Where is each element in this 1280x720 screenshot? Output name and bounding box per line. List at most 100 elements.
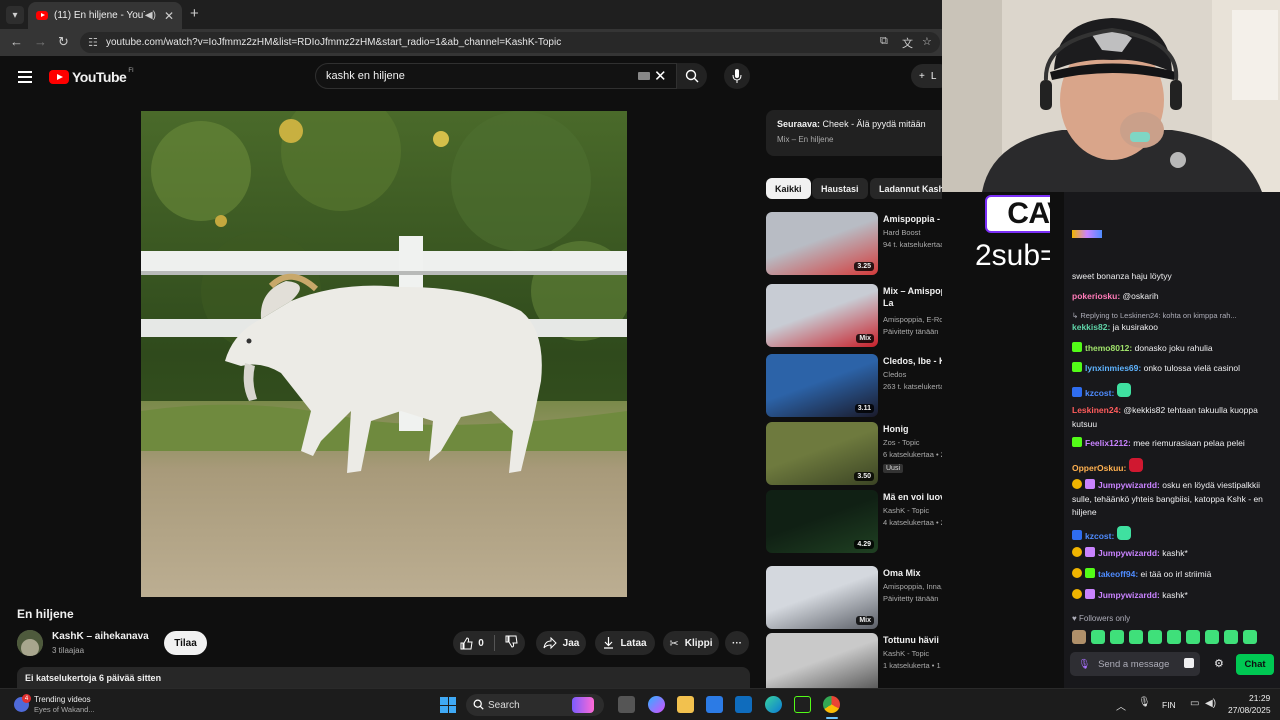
video-thumbnail[interactable]	[766, 633, 878, 688]
recommendation-title[interactable]: Mix – Amispoppia - Uuh La La La	[883, 285, 942, 309]
emote-icon[interactable]	[1184, 658, 1194, 668]
emote-icon[interactable]	[1072, 630, 1086, 644]
subscribe-button[interactable]: Tilaa	[164, 631, 207, 655]
recommendation-title[interactable]: Honig	[883, 423, 942, 435]
emote-icon[interactable]	[1148, 630, 1162, 644]
chat-settings-icon[interactable]: ⚙	[1214, 657, 1224, 670]
recommendation-title[interactable]: Tottunu hävii	[883, 634, 942, 646]
chat-username[interactable]: OpperOskuu:	[1072, 463, 1126, 473]
language-indicator[interactable]: FIN	[1162, 700, 1176, 710]
chip-all[interactable]: Kaikki	[766, 178, 811, 199]
recommendation-title[interactable]: Cledos, Ibe - Kauemmas	[883, 355, 942, 367]
description-box[interactable]: Ei katselukertoja 6 päivää sitten	[17, 667, 750, 688]
taskbar-search[interactable]: Search	[466, 694, 604, 716]
chat-username[interactable]: kekkis82:	[1072, 322, 1110, 332]
tray-mic-icon[interactable]: 🎙	[1138, 697, 1151, 708]
chat-username[interactable]: takeoff94:	[1098, 569, 1138, 579]
chip-from-search[interactable]: Haustasi	[812, 178, 868, 199]
network-icon[interactable]: ▭	[1190, 698, 1199, 709]
site-info-icon[interactable]: ☷	[88, 36, 98, 49]
recommendation-item[interactable]: Mix Oma Mix Amispoppia, Inna, Cascada ja…	[766, 566, 942, 630]
video-thumbnail[interactable]: 4.29	[766, 490, 878, 553]
video-player[interactable]	[141, 111, 627, 597]
news-widget[interactable]: 4 Trending videos Eyes of Wakand...	[14, 694, 134, 716]
task-view-icon[interactable]	[618, 696, 635, 713]
channel-avatar[interactable]	[17, 630, 43, 656]
chip-uploaded-by[interactable]: Ladannut KashK	[870, 178, 942, 199]
voice-search-button[interactable]	[724, 63, 750, 89]
speaker-icon[interactable]: ◀)	[145, 10, 156, 21]
chat-username[interactable]: pokeriosku:	[1072, 291, 1120, 301]
file-explorer-icon[interactable]	[677, 696, 694, 713]
emote-icon[interactable]	[1243, 630, 1257, 644]
forward-icon[interactable]: →	[34, 34, 47, 49]
clear-search-icon[interactable]: ✕	[654, 67, 667, 85]
bookmark-star-icon[interactable]: ☆	[922, 35, 932, 48]
recommendation-channel[interactable]: Amispoppia, E-Rotic, Antti Tuisku ja mui…	[883, 315, 942, 324]
share-button[interactable]: Jaa	[536, 631, 586, 655]
chat-username[interactable]: Jumpywizardd:	[1098, 480, 1160, 490]
copilot-icon[interactable]	[648, 696, 665, 713]
url-field[interactable]: ☷ youtube.com/watch?v=IoJfmmz2zHM&list=R…	[80, 32, 940, 53]
search-input[interactable]: kashk en hiljene ✕	[315, 63, 677, 89]
clock-time[interactable]: 21:29	[1249, 693, 1270, 703]
clock-date[interactable]: 27/08/2025	[1228, 705, 1271, 715]
recommendation-channel[interactable]: Zos - Topic	[883, 438, 920, 447]
video-thumbnail[interactable]: 3.25	[766, 212, 878, 275]
recommendation-item[interactable]: Mix Mix – Amispoppia - Uuh La La La Amis…	[766, 284, 942, 348]
browser-tab[interactable]: (11) En hiljene - YouTube ◀) ✕	[28, 2, 182, 29]
video-thumbnail[interactable]: Mix	[766, 566, 878, 629]
emote-icon[interactable]	[1110, 630, 1124, 644]
up-next-panel[interactable]: Seuraava: Cheek - Älä pyydä mitään Mix –…	[766, 110, 942, 156]
chrome-icon[interactable]	[823, 696, 840, 713]
recommendation-title[interactable]: Mä en voi luovuttaa	[883, 491, 942, 503]
translate-icon[interactable]: 文	[902, 35, 913, 51]
install-app-icon[interactable]: ⧉	[880, 35, 888, 48]
more-actions-button[interactable]: ···	[725, 631, 749, 655]
video-thumbnail[interactable]: 3.50	[766, 422, 878, 485]
mic-icon[interactable]: 🎙	[1078, 659, 1090, 670]
emote-icon[interactable]	[1224, 630, 1238, 644]
keyboard-icon[interactable]	[638, 72, 650, 80]
recommendation-channel[interactable]: Amispoppia, Inna, Cascada ja muita	[883, 582, 942, 591]
recommendation-item[interactable]: Tottunu hävii KashK - Topic 1 katseluker…	[766, 633, 942, 688]
recommendation-channel[interactable]: KashK - Topic	[883, 649, 929, 658]
emote-icon[interactable]	[1186, 630, 1200, 644]
channel-name[interactable]: KashK – aihekanava	[52, 631, 149, 642]
tab-search-button[interactable]: ▾	[6, 6, 24, 24]
chat-username[interactable]: kzcost:	[1085, 388, 1114, 398]
recommendation-channel[interactable]: KashK - Topic	[883, 506, 929, 515]
download-button[interactable]: Lataa	[595, 631, 655, 655]
menu-icon[interactable]	[18, 71, 32, 86]
like-button[interactable]: 0	[460, 636, 484, 650]
dislike-button[interactable]	[505, 635, 518, 651]
chat-username[interactable]: Feelix1212:	[1085, 438, 1131, 448]
clip-button[interactable]: ✂ Klippi	[663, 631, 719, 655]
recommendation-title[interactable]: Oma Mix	[883, 567, 942, 579]
chat-username[interactable]: themo8012:	[1085, 343, 1132, 353]
back-icon[interactable]: ←	[10, 34, 23, 49]
outlook-icon[interactable]	[735, 696, 752, 713]
reload-icon[interactable]: ↻	[58, 34, 69, 50]
chat-username[interactable]: Leskinen24:	[1072, 405, 1121, 415]
recommendations-scrollbar[interactable]	[1050, 192, 1064, 688]
kick-icon[interactable]	[794, 696, 811, 713]
emote-icon[interactable]	[1091, 630, 1105, 644]
recommendation-item[interactable]: 3.11 Cledos, Ibe - Kauemmas Cledos 263 t…	[766, 354, 942, 418]
chat-username[interactable]: Jumpywizardd:	[1098, 590, 1160, 600]
video-thumbnail[interactable]: 3.11	[766, 354, 878, 417]
windows-start-icon[interactable]	[440, 697, 456, 713]
close-tab-icon[interactable]: ✕	[164, 9, 174, 23]
emote-icon[interactable]	[1205, 630, 1219, 644]
video-thumbnail[interactable]: Mix	[766, 284, 878, 347]
store-icon[interactable]	[706, 696, 723, 713]
tray-overflow-icon[interactable]: ︿	[1116, 698, 1126, 713]
recommendation-item[interactable]: 4.29 Mä en voi luovuttaa KashK - Topic 4…	[766, 490, 942, 554]
chat-send-button[interactable]: Chat	[1236, 654, 1274, 675]
volume-icon[interactable]: ◀)	[1205, 698, 1216, 709]
create-button[interactable]: + L	[911, 64, 942, 88]
new-tab-icon[interactable]: +	[190, 5, 199, 22]
chat-username[interactable]: kzcost:	[1085, 531, 1114, 541]
chat-username[interactable]: lynxinmies69:	[1085, 363, 1141, 373]
emote-icon[interactable]	[1167, 630, 1181, 644]
